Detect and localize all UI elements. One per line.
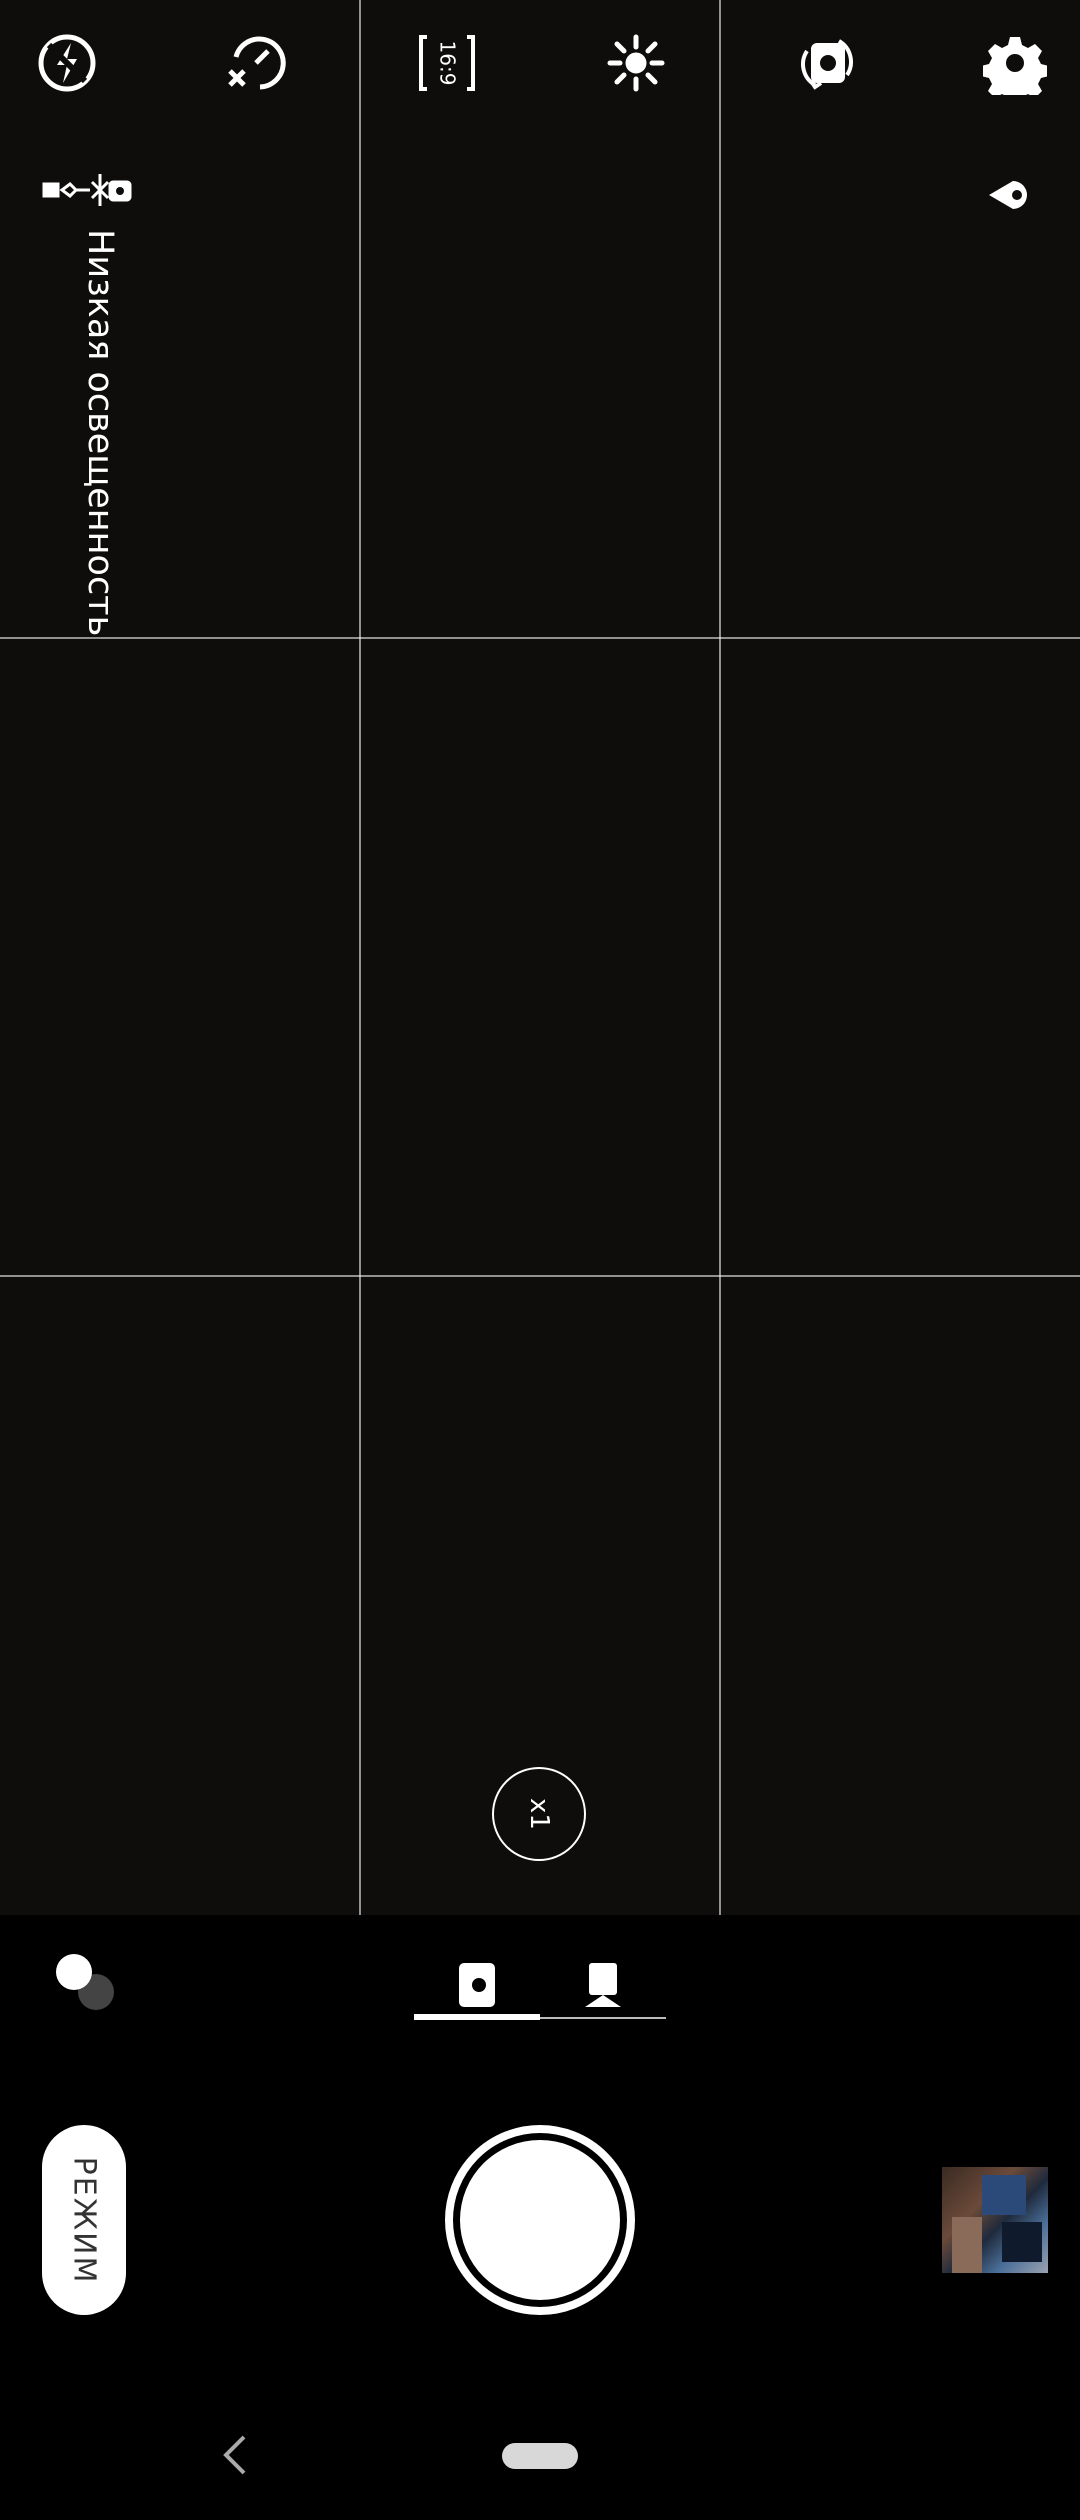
settings-icon[interactable] xyxy=(980,28,1050,98)
mode-button[interactable]: РЕЖИМ xyxy=(42,2125,126,2315)
nav-back-button[interactable] xyxy=(215,2430,255,2480)
thumbnail-detail xyxy=(1002,2222,1042,2262)
aspect-ratio-icon[interactable]: 16:9 xyxy=(412,28,482,98)
level-indicator-icon xyxy=(40,170,136,214)
thumbnail-detail xyxy=(982,2175,1026,2215)
gallery-thumbnail[interactable] xyxy=(942,2167,1048,2273)
photo-mode-icon xyxy=(459,1963,495,2007)
thumbnail-detail xyxy=(952,2217,982,2273)
tab-underline-active xyxy=(414,2014,540,2020)
shutter-inner xyxy=(460,2140,620,2300)
camera-viewfinder[interactable] xyxy=(0,0,1080,1915)
grid-line xyxy=(719,0,721,1915)
brightness-icon[interactable] xyxy=(601,28,671,98)
nav-home-button[interactable] xyxy=(502,2443,578,2469)
low-light-status: Низкая освещенность xyxy=(80,229,120,637)
zoom-label: x1 xyxy=(524,1798,554,1830)
location-icon xyxy=(985,177,1035,217)
grid-line xyxy=(0,1275,1080,1277)
grid-line xyxy=(359,0,361,1915)
tab-video[interactable] xyxy=(540,1945,666,2025)
flash-icon[interactable] xyxy=(32,28,102,98)
video-mode-icon xyxy=(585,1963,621,2007)
timer-off-icon[interactable] xyxy=(221,28,291,98)
quick-toggle-icon[interactable] xyxy=(56,1954,92,1990)
aspect-ratio-label: 16:9 xyxy=(436,41,460,86)
grid-line xyxy=(0,637,1080,639)
zoom-button[interactable]: x1 xyxy=(492,1767,586,1861)
mode-label: РЕЖИМ xyxy=(66,2156,102,2284)
switch-camera-icon[interactable] xyxy=(792,28,862,98)
tab-photo[interactable] xyxy=(414,1945,540,2025)
shutter-button[interactable] xyxy=(445,2125,635,2315)
